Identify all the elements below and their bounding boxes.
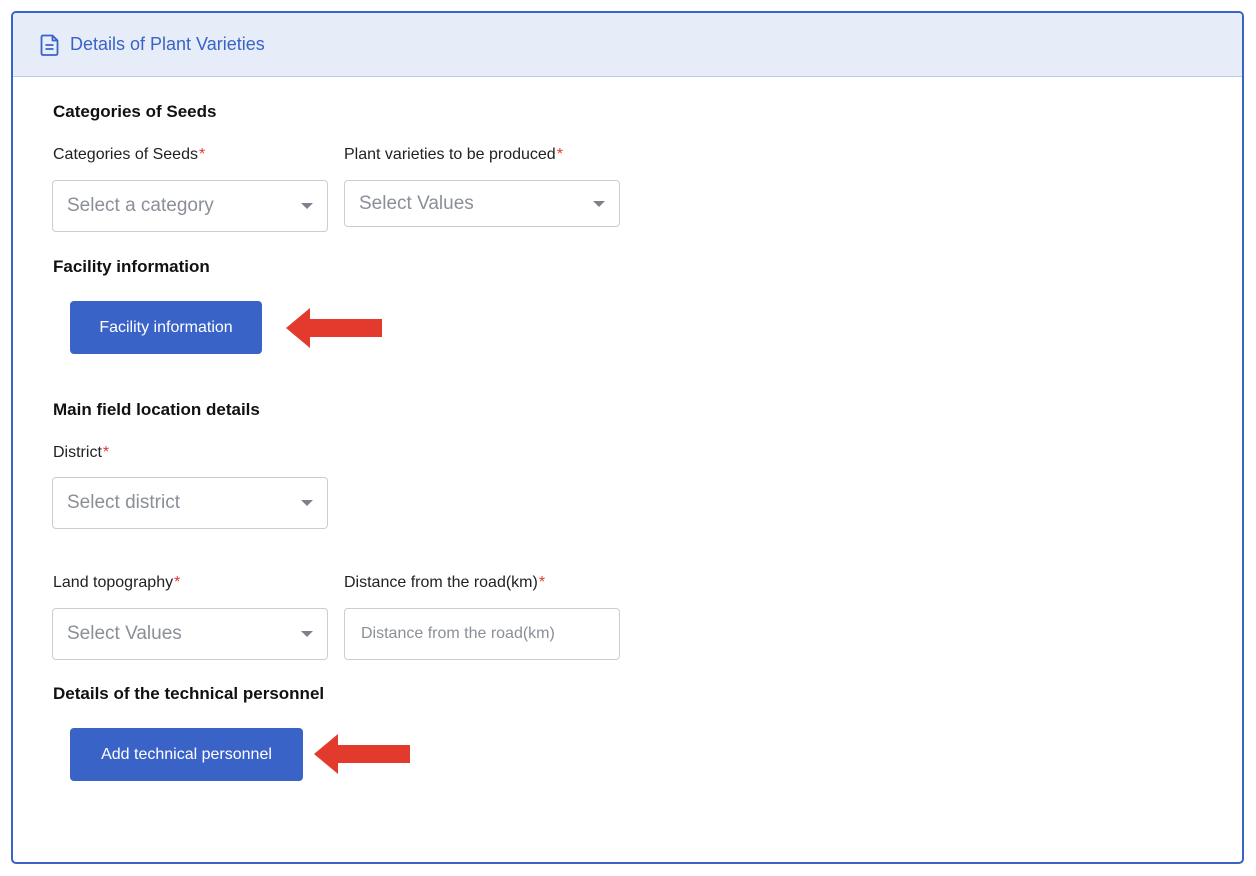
topography-select-placeholder: Select Values xyxy=(67,623,182,644)
seeds-section-title: Categories of Seeds xyxy=(53,102,217,121)
category-select-placeholder: Select a category xyxy=(67,195,214,216)
required-marker: * xyxy=(198,146,206,163)
chevron-down-icon xyxy=(301,631,313,637)
category-label: Categories of Seeds* xyxy=(53,146,205,164)
arrow-left-icon xyxy=(314,734,410,774)
arrow-left-icon xyxy=(286,308,382,348)
topography-label: Land topography* xyxy=(53,574,180,592)
chevron-down-icon xyxy=(301,500,313,506)
facility-information-button[interactable]: Facility information xyxy=(70,301,262,354)
district-select[interactable]: Select district xyxy=(52,477,328,529)
district-label: District* xyxy=(53,444,109,462)
topography-select[interactable]: Select Values xyxy=(52,608,328,660)
distance-label-text: Distance from the road(km) xyxy=(344,574,538,591)
add-technical-personnel-button[interactable]: Add technical personnel xyxy=(70,728,303,781)
location-section-title: Main field location details xyxy=(53,400,260,419)
topography-label-text: Land topography xyxy=(53,574,174,591)
required-marker: * xyxy=(556,146,563,163)
district-select-placeholder: Select district xyxy=(67,492,180,513)
required-marker: * xyxy=(102,444,110,461)
varieties-select[interactable]: Select Values xyxy=(344,180,620,227)
distance-label: Distance from the road(km)* xyxy=(344,574,545,592)
chevron-down-icon xyxy=(593,200,605,207)
category-label-text: Categories of Seeds xyxy=(53,146,198,163)
personnel-section-title: Details of the technical personnel xyxy=(53,684,325,703)
required-marker: * xyxy=(538,574,546,591)
varieties-label-text: Plant varieties to be produced xyxy=(344,146,556,163)
panel-title: Details of Plant Varieties xyxy=(70,34,265,54)
document-icon xyxy=(40,34,60,56)
district-label-text: District xyxy=(53,444,102,461)
panel-header: Details of Plant Varieties xyxy=(13,13,1242,77)
varieties-select-placeholder: Select Values xyxy=(359,192,474,214)
distance-input[interactable] xyxy=(344,608,620,660)
facility-section-title: Facility information xyxy=(53,257,210,276)
chevron-down-icon xyxy=(301,203,313,209)
required-marker: * xyxy=(174,574,181,591)
varieties-label: Plant varieties to be produced* xyxy=(344,146,563,164)
category-select[interactable]: Select a category xyxy=(52,180,328,232)
